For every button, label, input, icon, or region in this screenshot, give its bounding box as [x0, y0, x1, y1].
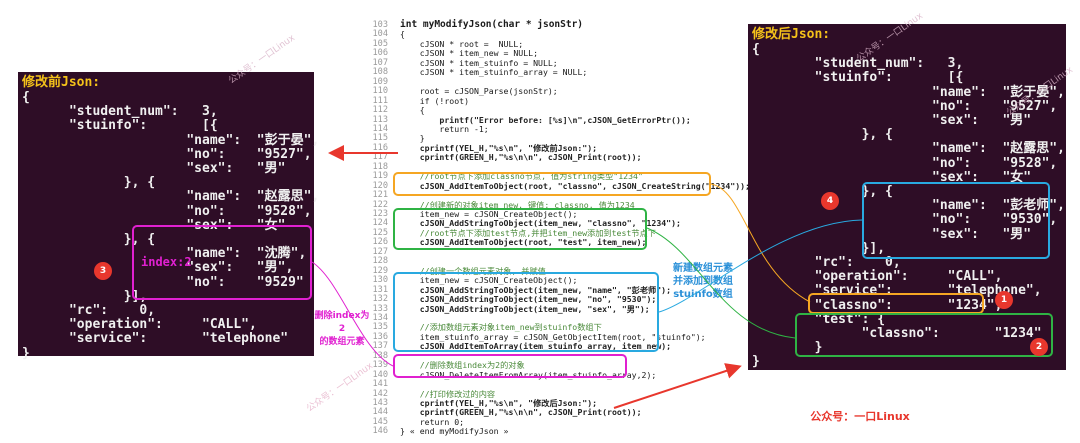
magenta-connector	[311, 261, 394, 367]
orange-connector	[710, 183, 811, 303]
screenshot-root: { "left_panel": { "title": "修改前Json:", "…	[0, 0, 1080, 443]
blue-connector	[658, 219, 863, 313]
connector-overlay	[311, 145, 863, 409]
green-connector	[646, 227, 796, 339]
arrow-to-after-json	[613, 363, 742, 409]
